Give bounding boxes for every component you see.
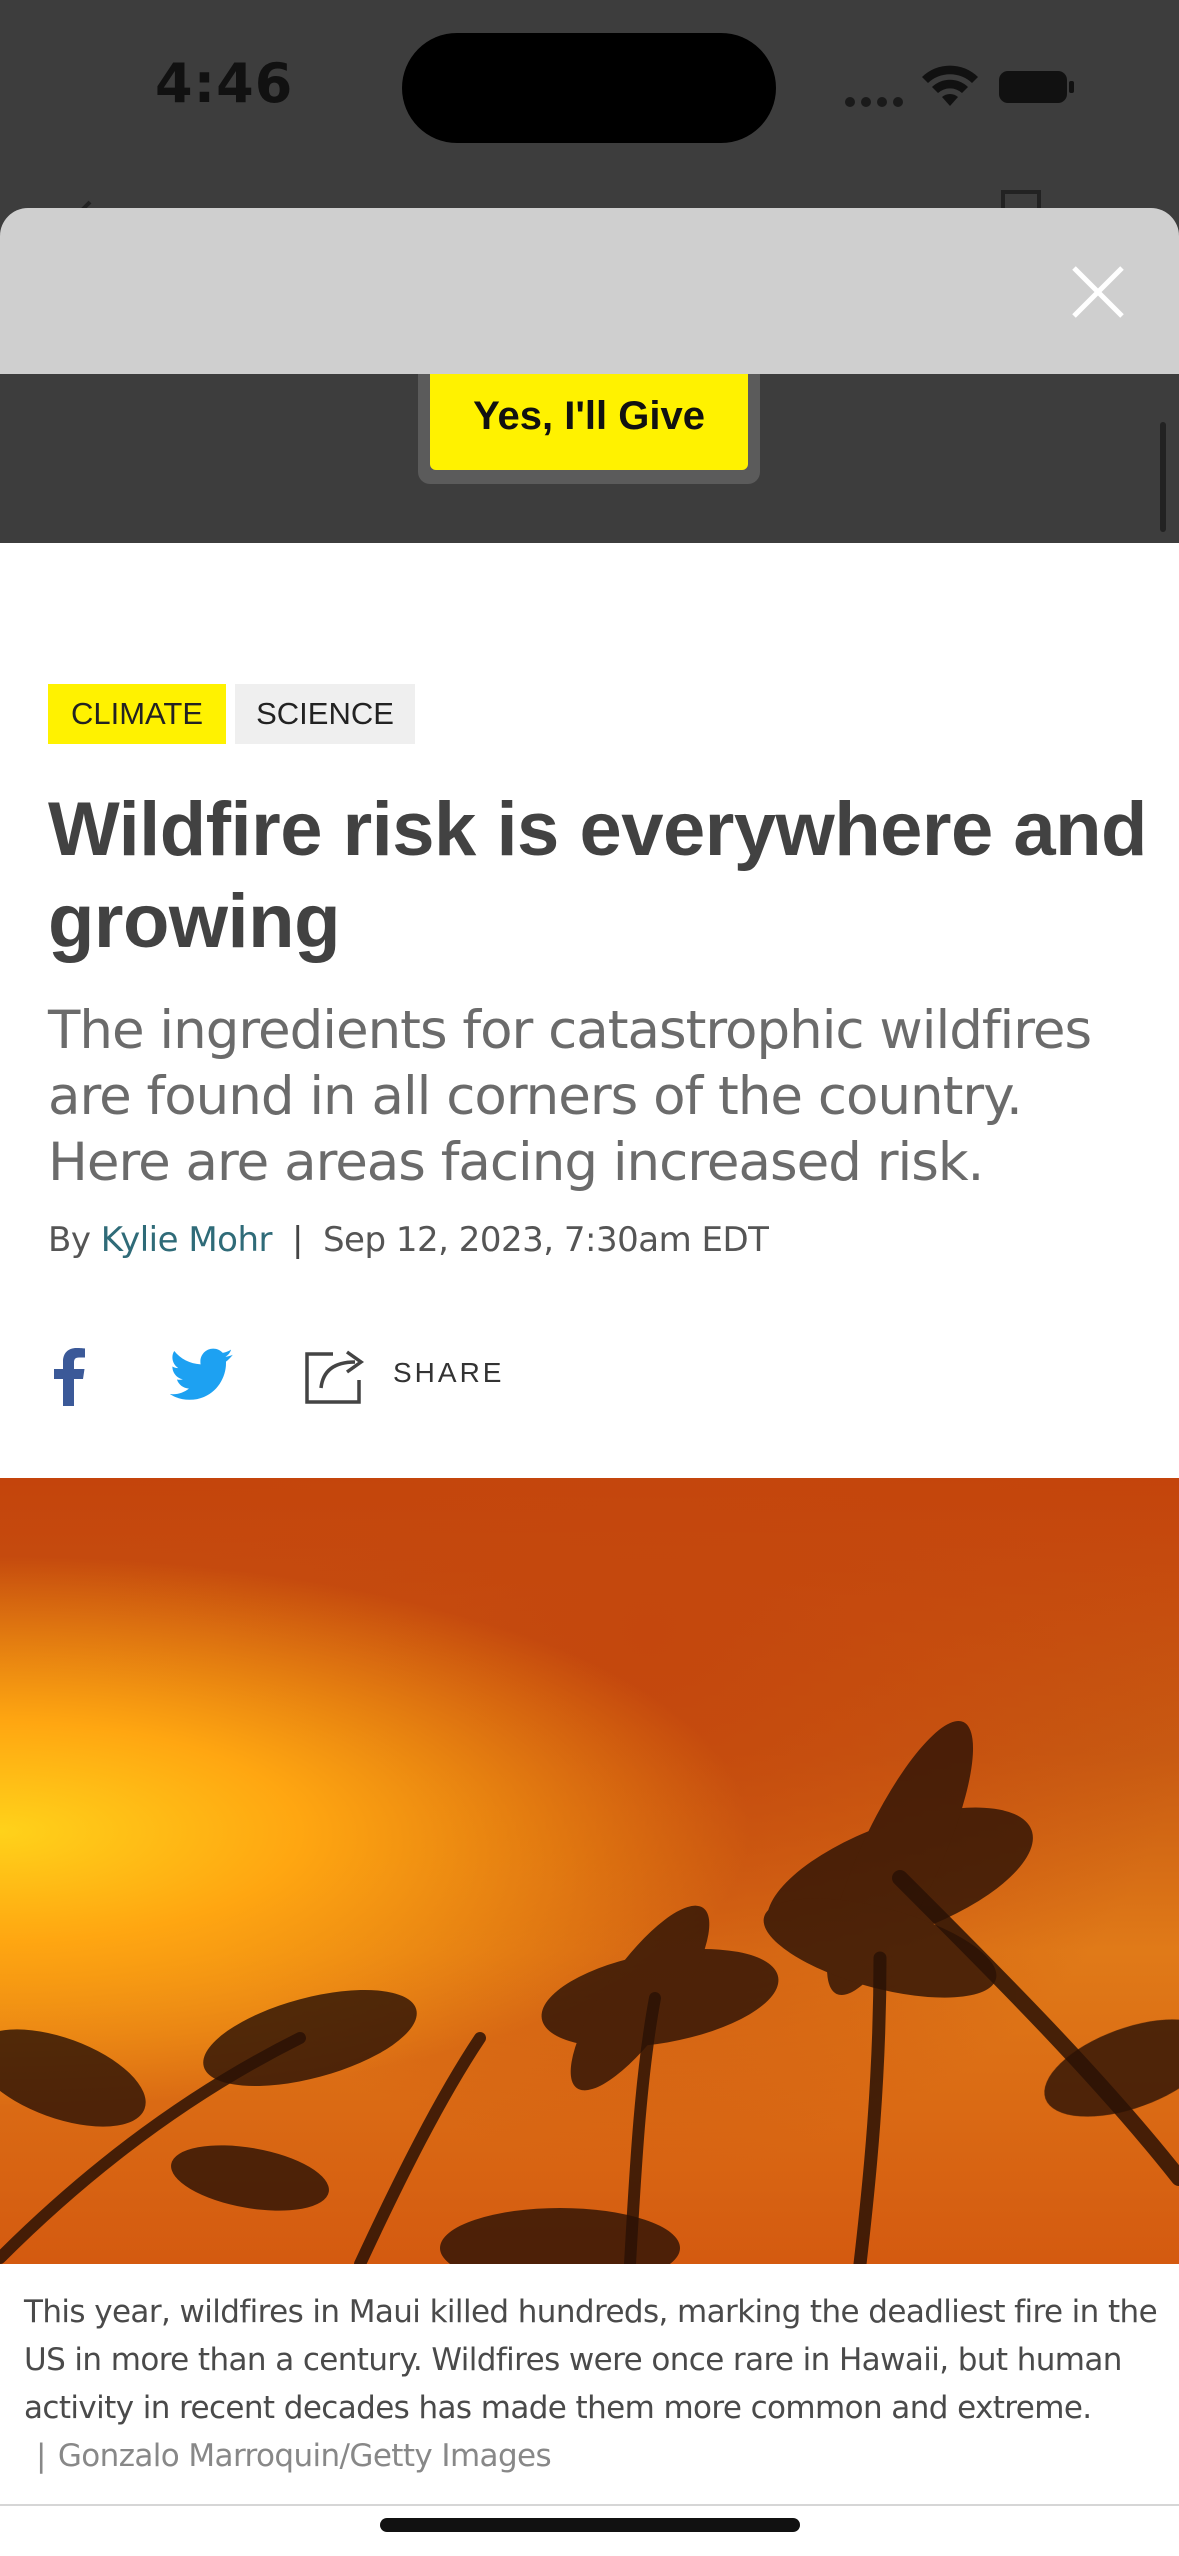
overlay-banner xyxy=(0,208,1179,374)
home-indicator[interactable] xyxy=(380,2518,800,2532)
battery-icon xyxy=(999,71,1074,103)
scroll-indicator[interactable] xyxy=(1160,422,1166,532)
close-icon[interactable] xyxy=(1068,262,1128,322)
byline-separator: | xyxy=(292,1220,303,1260)
byline-prefix: By xyxy=(48,1220,91,1260)
tag-climate[interactable]: CLIMATE xyxy=(48,684,226,744)
tag-science[interactable]: SCIENCE xyxy=(235,684,415,744)
facebook-icon[interactable] xyxy=(52,1346,86,1406)
palm-silhouettes xyxy=(0,1721,1179,2264)
share-label[interactable]: SHARE xyxy=(393,1357,504,1389)
byline: By Kylie Mohr | Sep 12, 2023, 7:30am EDT xyxy=(48,1220,769,1260)
dynamic-island xyxy=(402,33,776,143)
author-link[interactable]: Kylie Mohr xyxy=(101,1220,273,1260)
share-icon[interactable] xyxy=(303,1344,369,1406)
article-headline: Wildfire risk is everywhere and growing xyxy=(48,787,1147,964)
divider xyxy=(0,2504,1179,2506)
article-dek: The ingredients for catastrophic wildfir… xyxy=(48,1000,1092,1193)
caption-text: This year, wildfires in Maui killed hund… xyxy=(24,2294,1158,2426)
wifi-icon xyxy=(922,65,978,106)
twitter-icon[interactable] xyxy=(170,1348,234,1402)
image-credit: Gonzalo Marroquin/Getty Images xyxy=(57,2438,552,2474)
donate-button[interactable]: Yes, I'll Give xyxy=(430,362,748,470)
hero-image xyxy=(0,1478,1179,2264)
status-time: 4:46 xyxy=(155,52,294,115)
image-caption: This year, wildfires in Maui killed hund… xyxy=(24,2288,1159,2480)
credit-separator: | xyxy=(36,2438,46,2474)
publish-date: Sep 12, 2023, 7:30am EDT xyxy=(322,1220,769,1260)
